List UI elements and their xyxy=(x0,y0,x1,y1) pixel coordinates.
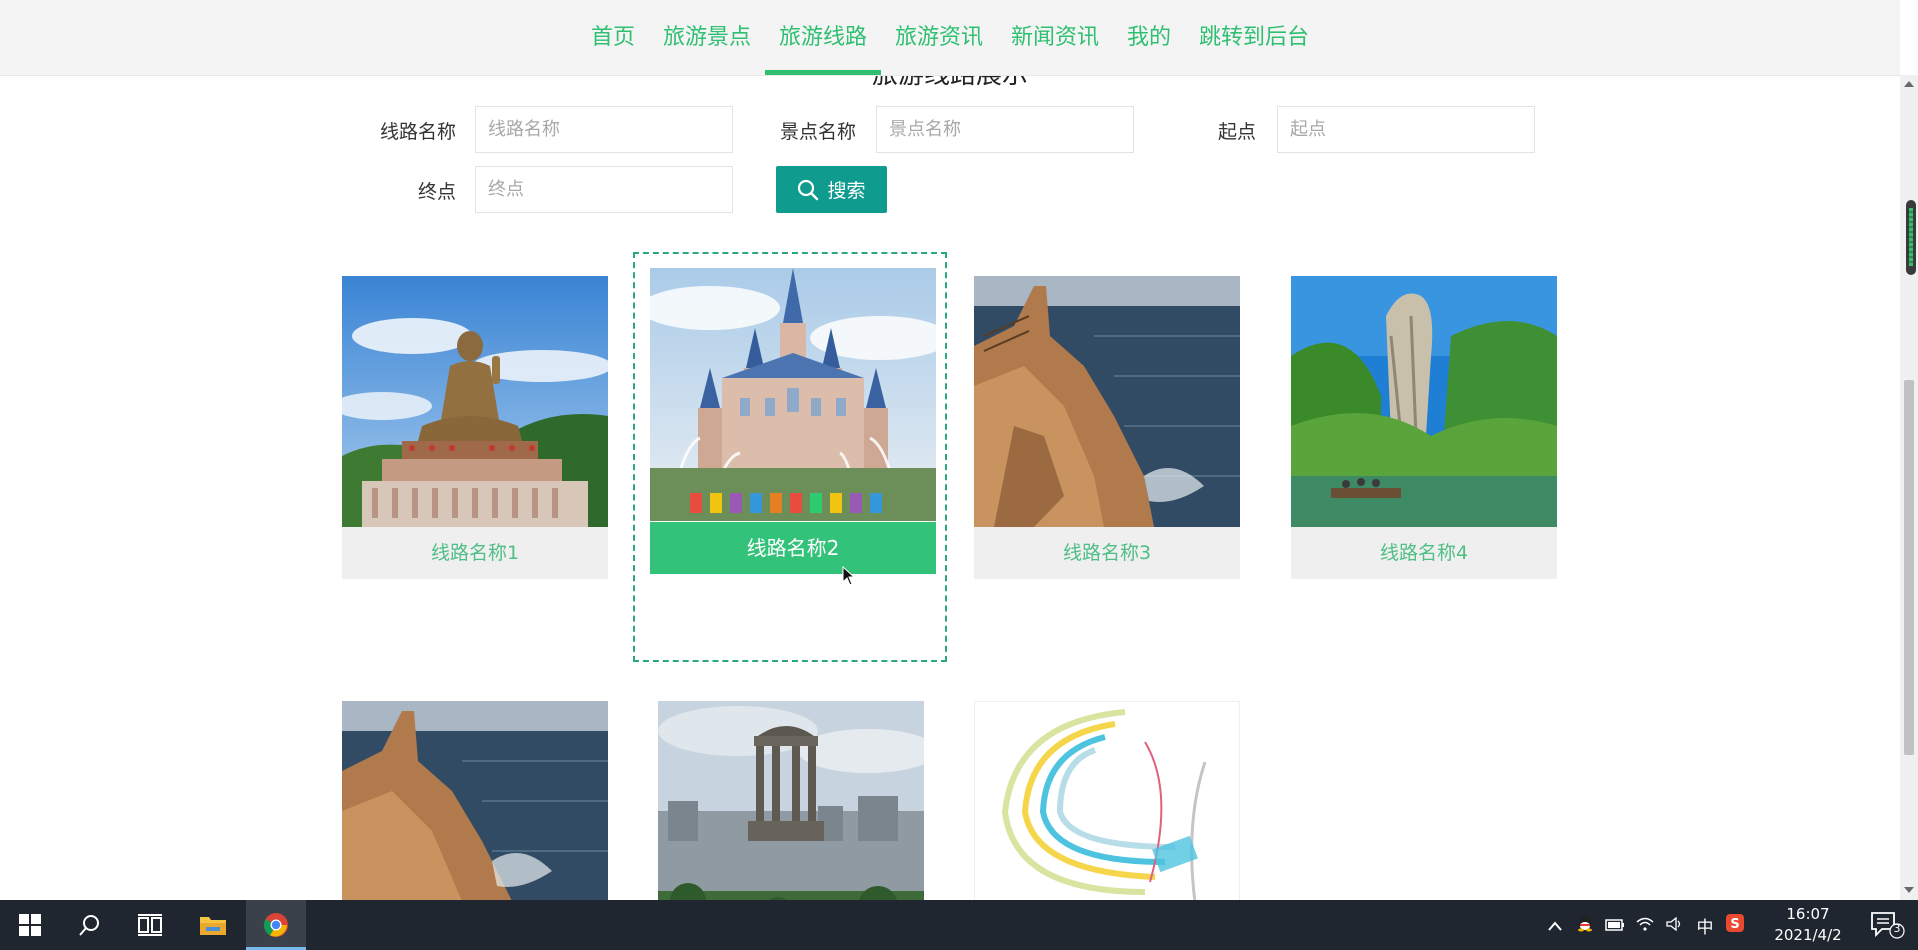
cable-illustration-image xyxy=(974,701,1240,900)
start-point-input[interactable] xyxy=(1277,106,1535,153)
search-icon xyxy=(798,179,819,200)
route-card-title[interactable]: 线路名称2 xyxy=(650,522,936,574)
browser-viewport: 旅游线路展示 首页 旅游景点 旅游线路 旅游资讯 新闻资讯 我的 跳转到后台 线… xyxy=(0,0,1918,900)
qq-icon[interactable] xyxy=(1570,914,1600,936)
castle-image xyxy=(650,268,936,521)
buddha-statue-image xyxy=(342,276,608,527)
sea-cliff-image xyxy=(342,701,608,900)
page-scrollbar[interactable] xyxy=(1900,75,1918,900)
route-name-input[interactable] xyxy=(475,106,733,153)
top-navbar: 首页 旅游景点 旅游线路 旅游资讯 新闻资讯 我的 跳转到后台 xyxy=(0,0,1900,76)
nav-menu: 首页 旅游景点 旅游线路 旅游资讯 新闻资讯 我的 跳转到后台 xyxy=(0,0,1900,75)
route-card[interactable]: 线路名称3 xyxy=(974,276,1240,579)
scroll-thumb[interactable] xyxy=(1904,380,1914,755)
route-card[interactable] xyxy=(658,701,924,900)
svg-text:S: S xyxy=(1730,917,1739,932)
taskbar-clock[interactable]: 16:07 2021/4/2 xyxy=(1760,904,1856,946)
sogou-input-icon[interactable]: S xyxy=(1720,914,1750,936)
sea-cliff-image xyxy=(974,276,1240,527)
search-button-label: 搜索 xyxy=(827,180,866,202)
wifi-icon[interactable] xyxy=(1630,916,1660,935)
clock-date: 2021/4/2 xyxy=(1774,926,1842,944)
clock-time: 16:07 xyxy=(1786,905,1830,923)
nav-item-news[interactable]: 新闻资讯 xyxy=(997,0,1113,75)
notification-center-icon[interactable]: 3 xyxy=(1870,910,1906,940)
nav-item-home[interactable]: 首页 xyxy=(577,0,649,75)
scroll-up-arrow-icon[interactable] xyxy=(1904,81,1914,87)
monument-city-image xyxy=(658,701,924,900)
mouse-cursor-icon xyxy=(842,566,856,586)
spot-name-input[interactable] xyxy=(876,106,1134,153)
notification-count: 3 xyxy=(1893,922,1901,935)
search-button[interactable]: 搜索 xyxy=(776,166,887,213)
volume-icon[interactable] xyxy=(1660,916,1690,935)
route-card[interactable]: 线路名称1 xyxy=(342,276,608,579)
route-card-title[interactable]: 线路名称4 xyxy=(1291,527,1557,579)
spot-name-label: 景点名称 xyxy=(779,121,856,143)
route-card-title[interactable]: 线路名称1 xyxy=(342,527,608,579)
tray-expand-icon[interactable] xyxy=(1540,916,1570,935)
nav-item-admin[interactable]: 跳转到后台 xyxy=(1185,0,1323,75)
file-explorer-icon[interactable] xyxy=(183,900,243,950)
scroll-indicator xyxy=(1906,200,1916,275)
system-tray: 中 S xyxy=(1540,900,1750,950)
start-point-label: 起点 xyxy=(1217,121,1256,143)
battery-icon[interactable] xyxy=(1600,916,1630,935)
nav-item-travel-routes[interactable]: 旅游线路 xyxy=(764,0,882,75)
task-view-icon[interactable] xyxy=(120,900,180,950)
nav-item-scenic-spots[interactable]: 旅游景点 xyxy=(649,0,765,75)
chrome-icon[interactable] xyxy=(246,900,306,950)
route-card-hovered[interactable]: 线路名称2 xyxy=(633,252,947,662)
rock-mountain-lake-image xyxy=(1291,276,1557,527)
windows-taskbar: 中 S 16:07 2021/4/2 3 xyxy=(0,900,1918,950)
windows-start-icon[interactable] xyxy=(0,900,60,950)
nav-item-mine[interactable]: 我的 xyxy=(1113,0,1185,75)
ime-indicator[interactable]: 中 xyxy=(1690,913,1720,938)
nav-item-travel-info[interactable]: 旅游资讯 xyxy=(881,0,997,75)
route-card[interactable] xyxy=(974,701,1240,900)
taskbar-search-icon[interactable] xyxy=(60,900,120,950)
route-card[interactable]: 线路名称4 xyxy=(1291,276,1557,579)
route-card[interactable] xyxy=(342,701,608,900)
route-name-label: 线路名称 xyxy=(379,121,456,143)
end-point-label: 终点 xyxy=(417,181,456,203)
scroll-down-arrow-icon[interactable] xyxy=(1904,887,1914,893)
route-card-title[interactable]: 线路名称3 xyxy=(974,527,1240,579)
end-point-input[interactable] xyxy=(475,166,733,213)
